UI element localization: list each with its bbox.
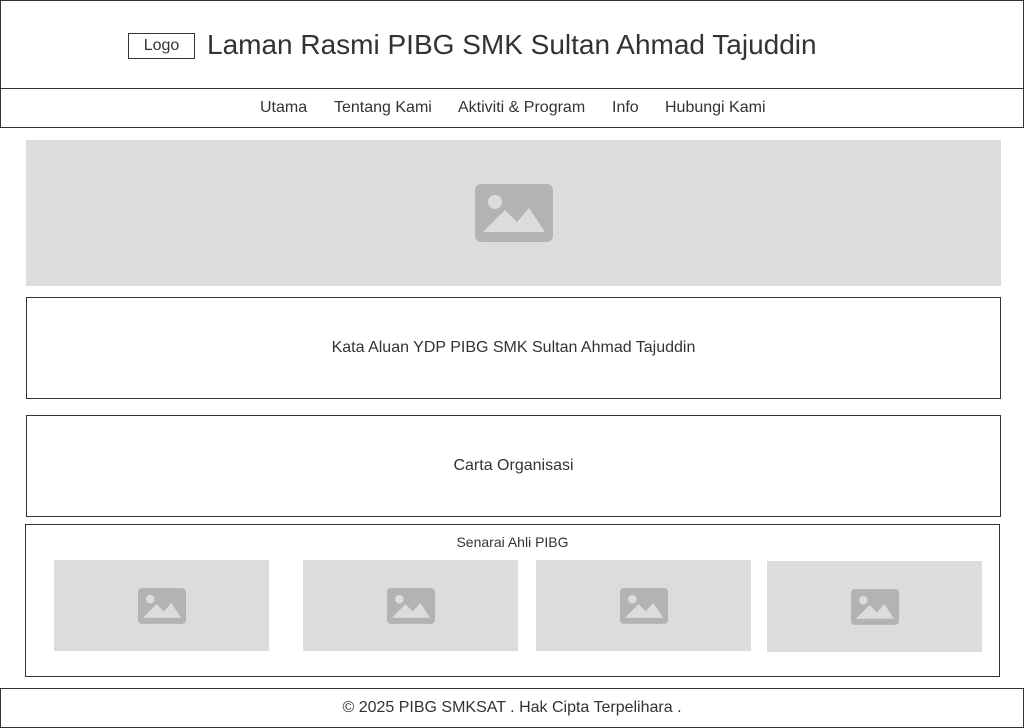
member-image-placeholder xyxy=(54,560,269,651)
logo[interactable]: Logo xyxy=(128,33,195,59)
image-icon xyxy=(619,587,668,624)
image-icon xyxy=(386,587,435,624)
member-image-placeholder xyxy=(536,560,751,651)
chairman-message-label: Kata Aluan YDP PIBG SMK Sultan Ahmad Taj… xyxy=(331,339,696,356)
member-image-placeholder xyxy=(767,561,982,652)
nav-item-aktiviti-program[interactable]: Aktiviti & Program xyxy=(458,98,585,118)
main-nav: Utama Tentang Kami Aktiviti & Program In… xyxy=(0,88,1024,128)
org-chart-label: Carta Organisasi xyxy=(453,457,574,474)
nav-item-hubungi-kami[interactable]: Hubungi Kami xyxy=(665,98,766,118)
members-section: Senarai Ahli PIBG xyxy=(25,524,1000,677)
footer-copyright: © 2025 PIBG SMKSAT . Hak Cipta Terpeliha… xyxy=(342,699,682,716)
hero-image-placeholder xyxy=(26,140,1001,286)
org-chart-section: Carta Organisasi xyxy=(26,415,1001,517)
nav-item-tentang-kami[interactable]: Tentang Kami xyxy=(334,98,432,118)
image-icon xyxy=(137,587,186,624)
page-title: Laman Rasmi PIBG SMK Sultan Ahmad Tajudd… xyxy=(207,29,817,60)
site-header: Logo Laman Rasmi PIBG SMK Sultan Ahmad T… xyxy=(0,0,1024,89)
image-icon xyxy=(474,184,553,242)
site-footer: © 2025 PIBG SMKSAT . Hak Cipta Terpeliha… xyxy=(0,688,1024,728)
members-title: Senarai Ahli PIBG xyxy=(456,534,569,550)
member-image-placeholder xyxy=(303,560,518,651)
chairman-message-section: Kata Aluan YDP PIBG SMK Sultan Ahmad Taj… xyxy=(26,297,1001,399)
image-icon xyxy=(850,588,899,625)
nav-item-utama[interactable]: Utama xyxy=(260,98,307,118)
nav-item-info[interactable]: Info xyxy=(612,98,639,118)
